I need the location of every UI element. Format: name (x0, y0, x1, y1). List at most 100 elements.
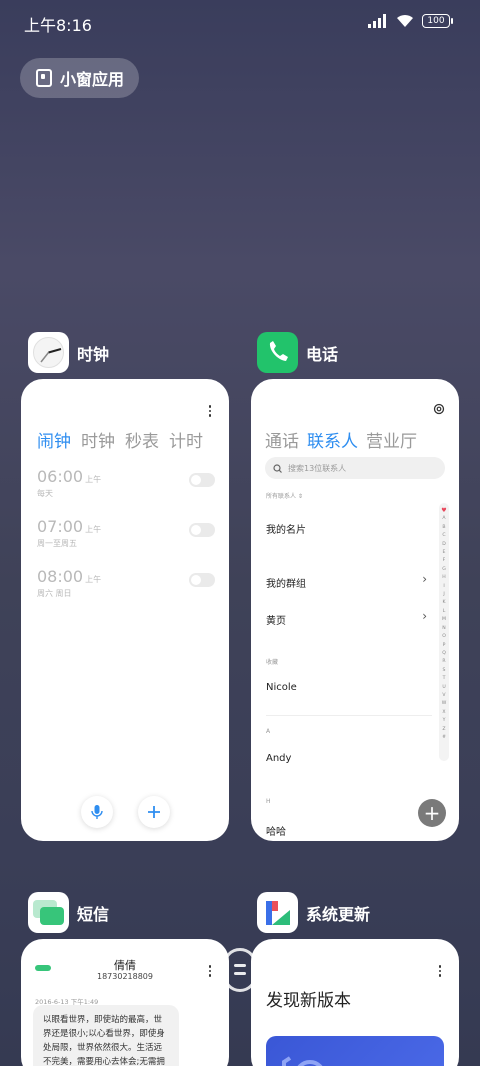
index-letter[interactable]: O (442, 633, 446, 641)
alarm-repeat: 周六 周日 (37, 589, 72, 598)
clock-app-card[interactable]: 闹钟 时钟 秒表 计时 06:00 上午 每天 07:00 上午 周一至周五 08:… (21, 379, 229, 841)
index-letter[interactable]: L (443, 608, 446, 616)
phone-app-icon (257, 332, 298, 373)
index-letter[interactable]: C (442, 532, 445, 540)
search-icon (273, 463, 282, 473)
section-favorites: 收藏 (266, 659, 279, 666)
index-letter[interactable]: I (443, 583, 444, 591)
add-alarm-button[interactable] (138, 796, 170, 828)
contact-name: 倩倩 (114, 959, 136, 972)
alarm-time: 07:00 (37, 517, 84, 536)
contact-row[interactable]: Nicole (266, 682, 297, 693)
contact-filter-label: 所有联系人 (266, 493, 297, 500)
message-bubble[interactable]: 以眼看世界，即使站的最高，世界还是很小;以心看世界，即使身处局限，世界依然很大。… (33, 1005, 179, 1066)
index-letter[interactable]: Y (443, 717, 446, 725)
index-letter[interactable]: B (442, 524, 445, 532)
section-header-a: A (266, 728, 271, 735)
alarm-item[interactable]: 08:00 上午 周六 周日 (37, 567, 215, 599)
index-letter[interactable]: # (442, 734, 446, 742)
alarm-repeat: 周一至周五 (37, 539, 77, 548)
my-groups-row[interactable]: 我的群组 (266, 575, 306, 590)
alarm-time: 06:00 (37, 467, 84, 486)
chevron-right-icon: › (422, 609, 427, 623)
update-app-card[interactable]: 发现新版本 (251, 939, 459, 1066)
yellow-pages-row[interactable]: 黄页 (266, 612, 286, 627)
index-letter[interactable]: E (443, 549, 446, 557)
heart-icon[interactable]: ♥ (441, 507, 446, 515)
alarm-repeat: 每天 (37, 489, 53, 498)
alarm-ampm: 上午 (85, 575, 102, 584)
index-letter[interactable]: A (442, 515, 445, 523)
section-header-h: H (266, 798, 271, 805)
chevron-right-icon: › (422, 572, 427, 586)
index-letter[interactable]: D (442, 541, 446, 549)
index-letter[interactable]: J (443, 591, 444, 599)
battery-level: 100 (427, 16, 445, 26)
contact-row[interactable]: 哈哈 (266, 823, 286, 838)
index-letter[interactable]: P (443, 642, 446, 650)
index-letter[interactable]: K (442, 599, 445, 607)
phone-tabs: 通话 联系人 营业厅 (265, 427, 417, 452)
alarm-toggle[interactable] (189, 573, 215, 587)
alphabet-index[interactable]: ♥ A B C D E F G H I J K L M N O P Q R S … (439, 503, 449, 761)
alarm-toggle[interactable] (189, 473, 215, 487)
alarm-item[interactable]: 07:00 上午 周一至周五 (37, 517, 215, 549)
tab-clock[interactable]: 时钟 (81, 427, 115, 452)
version-graphic-icon (282, 1056, 323, 1066)
tab-timer[interactable]: 计时 (169, 427, 203, 452)
phone-app-card[interactable]: 通话 联系人 营业厅 搜索13位联系人 所有联系人 ⇕ 我的名片 我的群组 › … (251, 379, 459, 841)
small-window-button[interactable]: 小窗应用 (20, 58, 139, 98)
index-letter[interactable]: W (442, 700, 447, 708)
alarm-ampm: 上午 (85, 475, 102, 484)
search-placeholder: 搜索13位联系人 (288, 463, 347, 473)
index-letter[interactable]: V (442, 692, 445, 700)
tab-service-hall[interactable]: 营业厅 (366, 427, 417, 452)
clock-more-icon[interactable] (208, 405, 212, 417)
settings-gear-icon[interactable] (433, 403, 445, 415)
contact-search-input[interactable]: 搜索13位联系人 (265, 457, 445, 479)
contact-filter[interactable]: 所有联系人 ⇕ (266, 491, 303, 500)
phone-app-header: 电话 (257, 332, 338, 373)
tab-stopwatch[interactable]: 秒表 (125, 427, 159, 452)
voice-alarm-button[interactable] (81, 796, 113, 828)
index-letter[interactable]: R (442, 658, 445, 666)
add-contact-button[interactable]: + (418, 799, 446, 827)
status-time: 上午8:16 (24, 16, 92, 35)
split-screen-handle[interactable] (223, 948, 257, 992)
tab-alarm[interactable]: 闹钟 (37, 427, 71, 452)
contact-row[interactable]: Andy (266, 753, 291, 764)
sms-app-card[interactable]: 倩倩 18730218809 2016-6-13 下午1:49 以眼看世界，即使… (21, 939, 229, 1066)
index-letter[interactable]: S (443, 667, 446, 675)
clock-app-icon (28, 332, 69, 373)
index-letter[interactable]: X (442, 709, 445, 717)
sms-more-icon[interactable] (208, 965, 212, 977)
index-letter[interactable]: G (442, 566, 446, 574)
battery-icon: 100 (422, 14, 453, 28)
clock-app-header: 时钟 (28, 332, 109, 373)
index-letter[interactable]: U (442, 684, 445, 692)
index-letter[interactable]: Z (442, 726, 445, 734)
index-letter[interactable]: F (443, 557, 446, 565)
clock-app-name: 时钟 (77, 344, 110, 364)
alarm-item[interactable]: 06:00 上午 每天 (37, 467, 215, 499)
index-letter[interactable]: H (442, 574, 445, 582)
sms-app-icon (28, 892, 69, 933)
update-headline: 发现新版本 (266, 991, 351, 1011)
my-card-row[interactable]: 我的名片 (266, 521, 306, 536)
small-window-icon (36, 69, 52, 87)
update-more-icon[interactable] (438, 965, 442, 977)
alarm-time: 08:00 (37, 567, 84, 586)
index-letter[interactable]: M (442, 616, 446, 624)
sms-app-name: 短信 (77, 904, 110, 924)
small-window-label: 小窗应用 (60, 70, 125, 89)
index-letter[interactable]: Q (442, 650, 446, 658)
update-app-name: 系统更新 (306, 904, 371, 924)
update-banner[interactable] (266, 1036, 444, 1066)
alarm-toggle[interactable] (189, 523, 215, 537)
phone-app-name: 电话 (306, 344, 339, 364)
tab-calls[interactable]: 通话 (265, 427, 299, 452)
tab-contacts[interactable]: 联系人 (307, 427, 358, 452)
plus-icon (148, 806, 160, 818)
index-letter[interactable]: T (443, 675, 446, 683)
index-letter[interactable]: N (442, 625, 445, 633)
